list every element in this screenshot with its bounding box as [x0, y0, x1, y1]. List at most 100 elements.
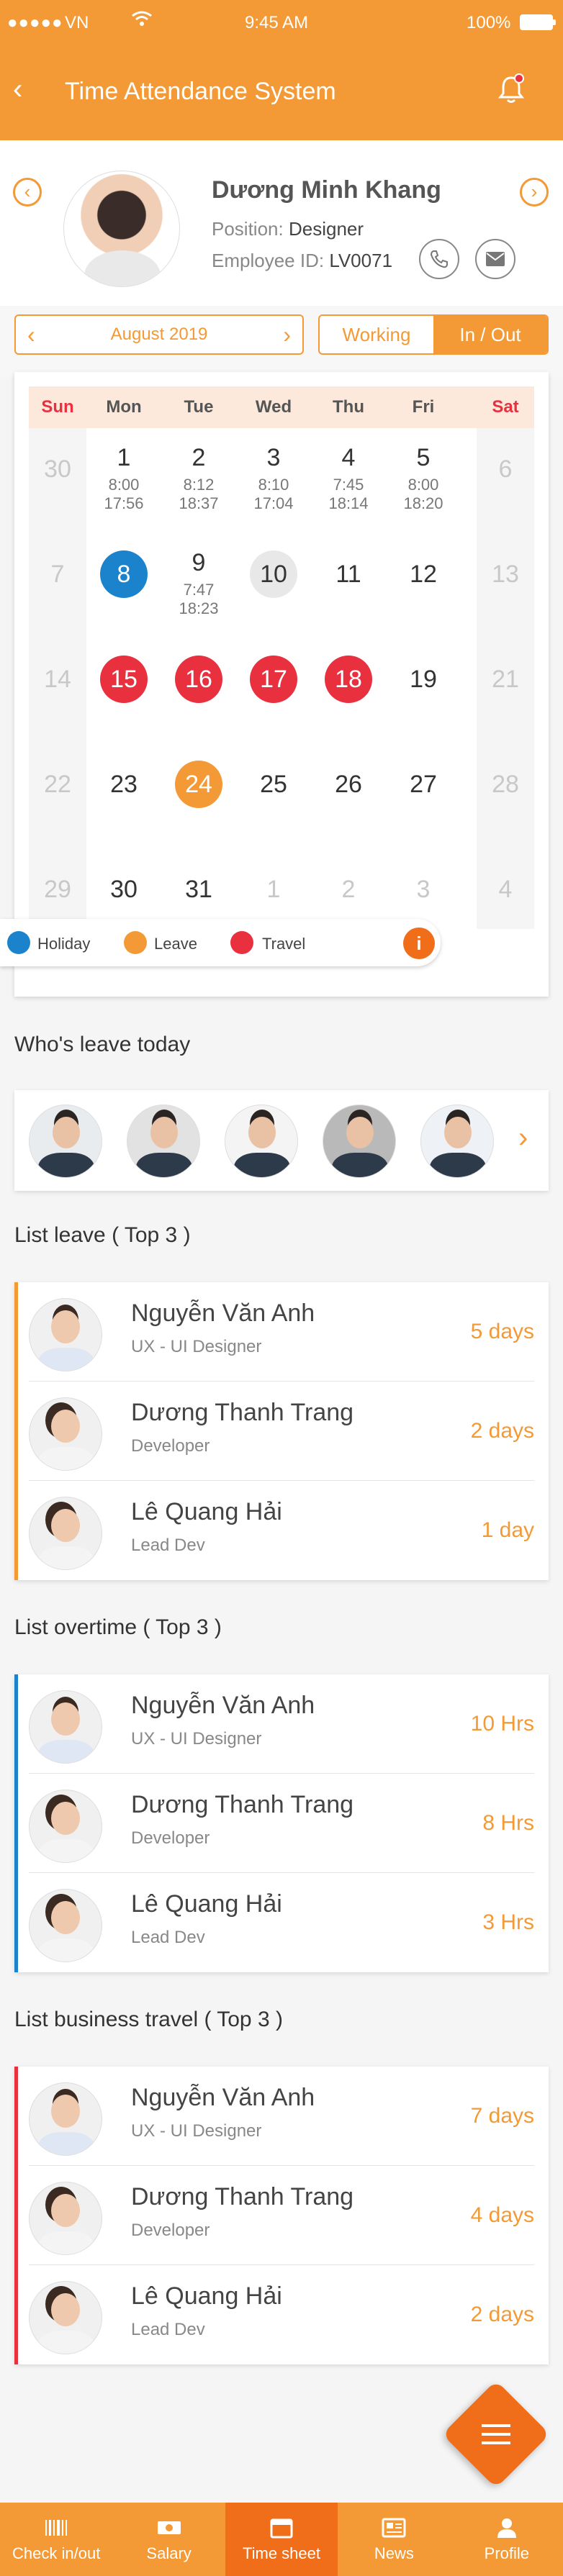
tab-news[interactable]: News	[338, 2503, 450, 2576]
list-item[interactable]: Dương Thanh Trang Developer 2 days	[29, 1382, 534, 1481]
calendar-day[interactable]: 24	[161, 743, 236, 848]
prev-employee-button[interactable]: ‹	[13, 178, 42, 207]
chevron-right-icon[interactable]: ›	[518, 1122, 528, 1154]
legend-leave: Leave	[154, 935, 197, 953]
avatar[interactable]	[29, 1105, 102, 1178]
amount-value: 3 Hrs	[482, 1910, 534, 1934]
avatar[interactable]	[225, 1105, 298, 1178]
day-number: 27	[410, 771, 437, 798]
status-bar: ●●●●● VN 9:45 AM 100%	[0, 0, 563, 43]
tab-check-in-out[interactable]: Check in/out	[0, 2503, 112, 2576]
day-number: 5	[416, 444, 431, 471]
newspaper-icon	[382, 2518, 406, 2538]
employee-id-label: Employee ID:	[212, 250, 325, 271]
calendar-day[interactable]: 21	[477, 638, 534, 743]
list-item[interactable]: Lê Quang Hải Lead Dev 3 Hrs	[29, 1873, 534, 1972]
avatar	[29, 1690, 102, 1764]
calendar-day[interactable]: 11	[311, 533, 386, 638]
weekday-label: Sun	[41, 397, 74, 417]
call-button[interactable]	[419, 239, 459, 279]
battery-icon	[520, 14, 556, 30]
employee-role: Developer	[131, 2221, 210, 2240]
amount-value: 5 days	[470, 1320, 534, 1343]
next-month-icon[interactable]: ›	[283, 316, 291, 353]
employee-role: Developer	[131, 1436, 210, 1456]
day-number: 14	[44, 666, 71, 693]
calendar-day[interactable]: 16	[161, 638, 236, 743]
tab-in-out[interactable]: In / Out	[433, 316, 547, 353]
list-item[interactable]: Dương Thanh Trang Developer 4 days	[29, 2166, 534, 2265]
calendar-day[interactable]: 28	[477, 743, 534, 848]
leave-dot	[124, 931, 147, 954]
check-out-time: 18:14	[328, 494, 369, 512]
attendance-calendar: Sun Mon Tue Wed Thu Fri Sat 30 1 8:00 17:56 2 8:12 1…	[14, 372, 549, 997]
avatar[interactable]	[420, 1105, 494, 1178]
employee-name: Dương Thanh Trang	[131, 2183, 354, 2210]
calendar-day[interactable]: 9 7:47 18:23	[161, 533, 236, 638]
position-label: Position:	[212, 218, 284, 240]
employee-name: Nguyễn Văn Anh	[131, 1692, 315, 1719]
day-number: 4	[341, 444, 356, 471]
day-number: 23	[110, 771, 138, 798]
list-item[interactable]: Nguyễn Văn Anh UX - UI Designer 10 Hrs	[29, 1674, 534, 1774]
employee-id: Employee ID: LV0071	[212, 250, 392, 272]
weekday-label: Mon	[106, 397, 142, 417]
calendar-day[interactable]: 4	[477, 848, 534, 953]
amount-value: 4 days	[470, 2203, 534, 2227]
calendar-day[interactable]: 13	[477, 533, 534, 638]
message-button[interactable]	[475, 239, 515, 279]
employee-role: Lead Dev	[131, 1928, 205, 1947]
calendar-day[interactable]: 30	[29, 428, 86, 533]
calendar-day[interactable]: 4 7:45 18:14	[311, 428, 386, 533]
notification-button[interactable]	[497, 73, 526, 105]
prev-month-icon[interactable]: ‹	[27, 316, 35, 353]
avatar	[29, 1497, 102, 1570]
avatar[interactable]	[323, 1105, 396, 1178]
day-number: 6	[498, 455, 513, 483]
info-button[interactable]: i	[403, 928, 435, 959]
calendar-day[interactable]: 3 8:10 17:04	[236, 428, 311, 533]
list-item[interactable]: Dương Thanh Trang Developer 8 Hrs	[29, 1774, 534, 1873]
employee-name: Nguyễn Văn Anh	[131, 1300, 315, 1327]
calendar-day[interactable]: 27	[386, 743, 461, 848]
tab-profile[interactable]: Profile	[451, 2503, 563, 2576]
amount-value: 2 days	[470, 2303, 534, 2326]
legend-travel: Travel	[262, 935, 306, 953]
calendar-day[interactable]: 14	[29, 638, 86, 743]
calendar-day[interactable]: 2 8:12 18:37	[161, 428, 236, 533]
list-item[interactable]: Nguyễn Văn Anh UX - UI Designer 7 days	[29, 2067, 534, 2166]
day-number: 12	[410, 561, 437, 588]
calendar-day[interactable]: 26	[311, 743, 386, 848]
calendar-day[interactable]: 23	[86, 743, 161, 848]
avatar[interactable]	[127, 1105, 200, 1178]
calendar-day[interactable]: 7	[29, 533, 86, 638]
tab-working[interactable]: Working	[320, 316, 433, 353]
check-out-time: 18:20	[403, 494, 443, 512]
calendar-day[interactable]: 1 8:00 17:56	[86, 428, 161, 533]
tab-salary[interactable]: Salary	[112, 2503, 225, 2576]
calendar-day[interactable]: 22	[29, 743, 86, 848]
check-out-time: 17:56	[104, 494, 144, 512]
calendar-day[interactable]: 25	[236, 743, 311, 848]
calendar-day[interactable]: 19	[386, 638, 461, 743]
list-item[interactable]: Lê Quang Hải Lead Dev 1 day	[29, 1481, 534, 1580]
calendar-day[interactable]: 18	[311, 638, 386, 743]
calendar-day[interactable]: 12	[386, 533, 461, 638]
calendar-day[interactable]: 8	[86, 533, 161, 638]
calendar-day[interactable]: 5 8:00 18:20	[386, 428, 461, 533]
list-item[interactable]: Lê Quang Hải Lead Dev 2 days	[29, 2265, 534, 2364]
next-employee-button[interactable]: ›	[520, 178, 549, 207]
calendar-day[interactable]: 6	[477, 428, 534, 533]
calendar-day[interactable]: 15	[86, 638, 161, 743]
month-selector[interactable]: ‹ August 2019 ›	[14, 314, 304, 355]
tab-time-sheet[interactable]: Time sheet	[225, 2503, 338, 2576]
clock: 9:45 AM	[245, 13, 309, 32]
view-toggle: Working In / Out	[318, 314, 549, 355]
hamburger-icon[interactable]	[482, 2421, 510, 2447]
section-title: List business travel ( Top 3 )	[14, 2008, 283, 2031]
calendar-day[interactable]: 17	[236, 638, 311, 743]
list-item[interactable]: Nguyễn Văn Anh UX - UI Designer 5 days	[29, 1282, 534, 1382]
calendar-day[interactable]: 10	[236, 533, 311, 638]
calendar-legend: Holiday Leave Travel i	[0, 919, 441, 966]
back-icon[interactable]: ‹	[13, 75, 22, 104]
